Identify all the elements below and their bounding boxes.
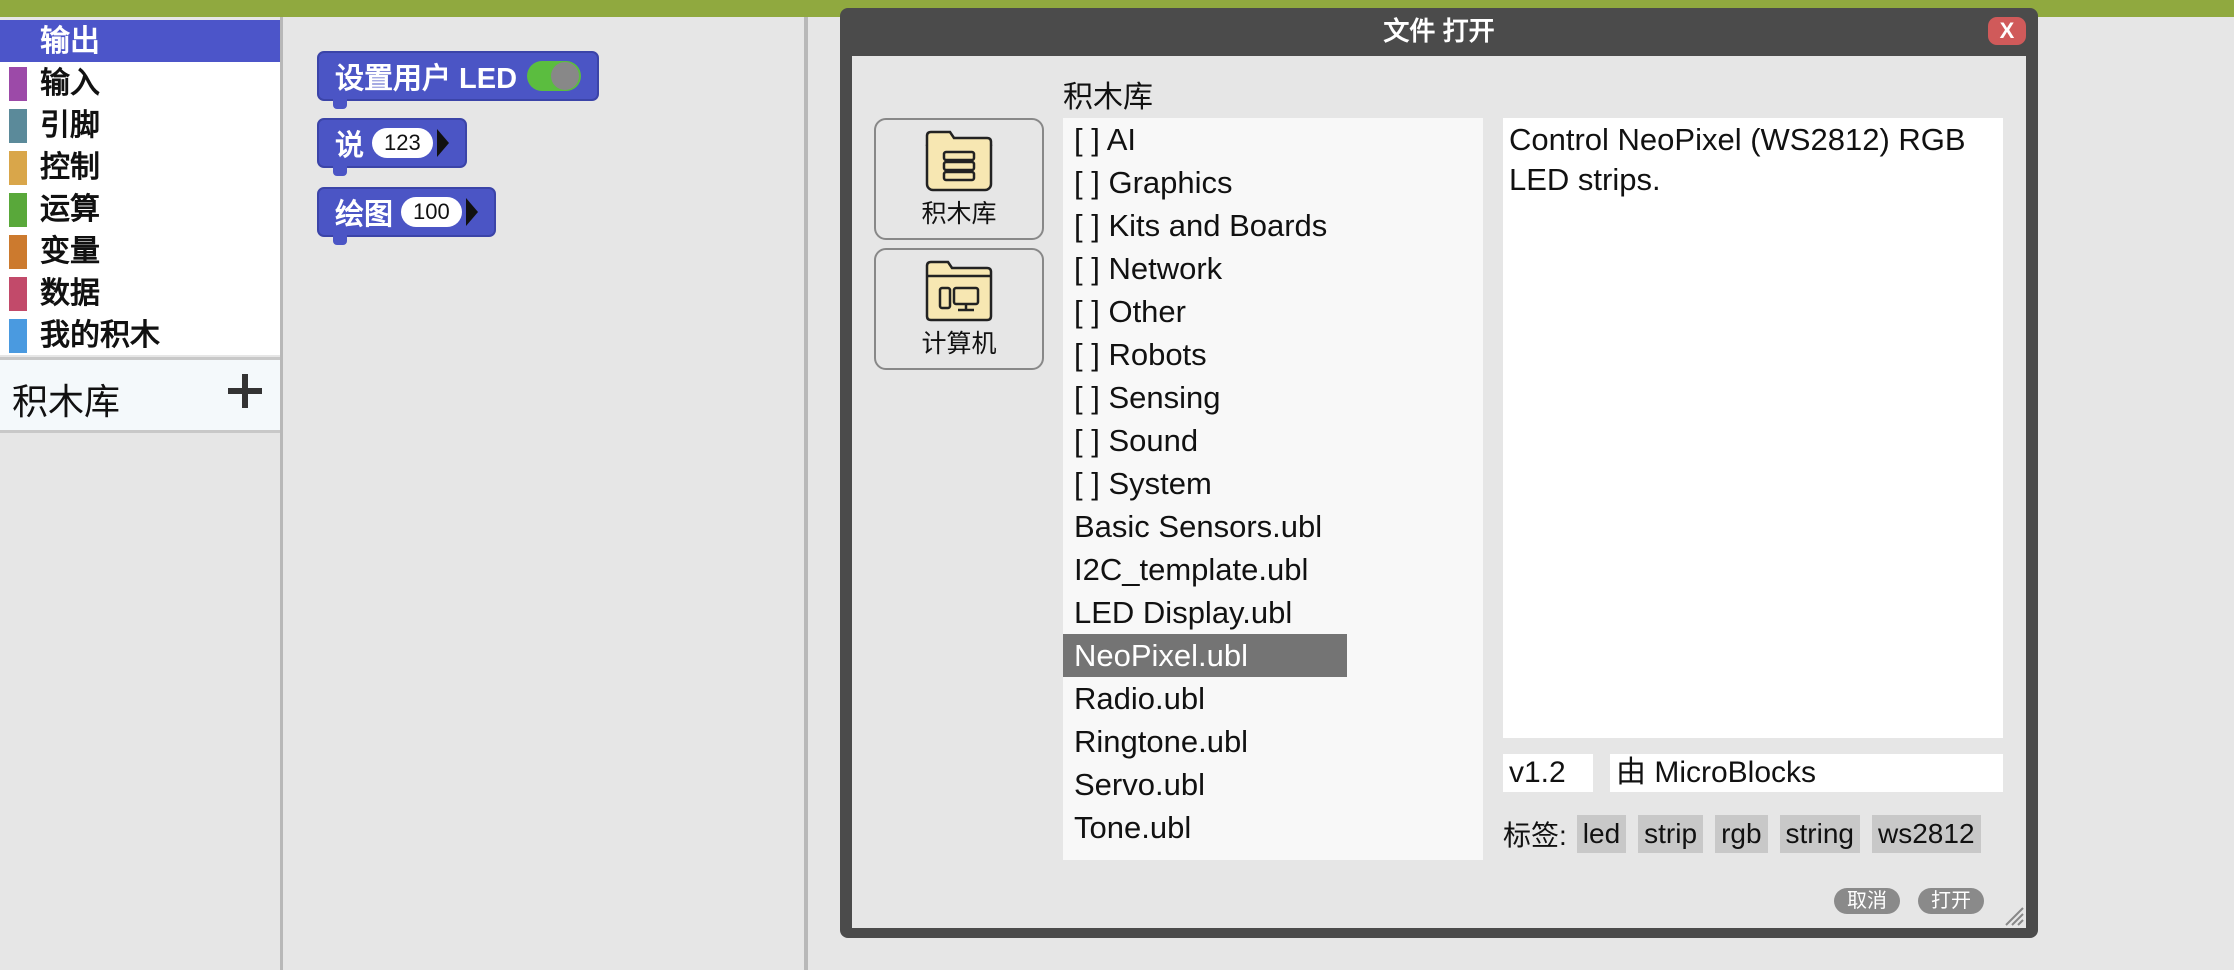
say-block[interactable]: 说 123 <box>317 118 467 176</box>
category-label: 运算 <box>40 193 100 226</box>
source-library-button[interactable]: 积木库 <box>874 118 1044 240</box>
tag: strip <box>1638 815 1704 853</box>
block-notch <box>333 235 347 245</box>
list-item[interactable]: [ ] AI <box>1063 118 1483 161</box>
tag: rgb <box>1715 815 1768 853</box>
block-label: 说 <box>335 130 365 162</box>
dialog-body: 积木库 计算机 积木库 [ ] AI [ ] Graphics [ ] Kits… <box>852 56 2026 928</box>
category-label: 输出 <box>40 25 100 58</box>
category-color-swatch <box>9 235 27 269</box>
category-color-swatch <box>9 193 27 227</box>
library-section-label: 积木库 <box>12 381 121 422</box>
category-variables[interactable]: 变量 <box>0 230 280 272</box>
list-item[interactable]: [ ] Other <box>1063 290 1483 333</box>
library-tags: 标签: led strip rgb string ws2812 <box>1503 814 1993 854</box>
list-title: 积木库 <box>1063 81 1153 114</box>
tag: ws2812 <box>1872 815 1981 853</box>
category-label: 变量 <box>40 235 100 268</box>
block-label: 设置用户 LED <box>335 63 518 95</box>
tag: led <box>1576 815 1627 853</box>
close-button[interactable]: X <box>1988 17 2026 45</box>
list-item[interactable]: [ ] Kits and Boards <box>1063 204 1483 247</box>
category-color-swatch <box>9 109 27 143</box>
category-label: 引脚 <box>40 109 100 142</box>
list-item[interactable]: Radio.ubl <box>1063 677 1483 720</box>
file-open-dialog: 文件 打开 X 积木库 计算机 积木库 [] AI [] Graphics … <box>840 8 2038 938</box>
category-color-swatch <box>9 67 27 101</box>
library-section: 积木库 <box>0 357 280 433</box>
source-computer-label: 计算机 <box>921 330 997 358</box>
tags-label: 标签: <box>1503 820 1567 851</box>
block-label: 绘图 <box>335 199 394 231</box>
list-item[interactable]: [ ] Graphics <box>1063 161 1483 204</box>
list-item[interactable]: Ringtone.ubl <box>1063 720 1483 763</box>
say-value-input[interactable]: 123 <box>372 128 433 158</box>
list-item[interactable]: I2C_template.ubl <box>1063 548 1483 591</box>
category-palette: 输出 输入 引脚 控制 运算 变量 数据 我的积木 积木库 <box>0 17 283 970</box>
category-color-swatch <box>9 319 27 353</box>
category-output[interactable]: 输出 <box>0 20 280 62</box>
blocks-palette: 设置用户 LED 说 123 绘图 100 <box>283 17 808 970</box>
category-color-swatch <box>9 151 27 185</box>
category-my-blocks[interactable]: 我的积木 <box>0 314 280 356</box>
category-pins[interactable]: 引脚 <box>0 104 280 146</box>
dialog-title: 文件 打开 <box>1383 16 1495 46</box>
expand-arrow-icon[interactable] <box>436 129 449 157</box>
add-library-icon[interactable] <box>228 374 262 408</box>
cancel-button[interactable]: 取消 <box>1834 888 1900 914</box>
graph-block[interactable]: 绘图 100 <box>317 187 496 245</box>
list-item[interactable]: [ ] Sound <box>1063 419 1483 462</box>
category-list: 输出 输入 引脚 控制 运算 变量 数据 我的积木 <box>0 20 280 355</box>
list-item[interactable]: Tone.ubl <box>1063 806 1483 849</box>
library-book-icon <box>925 130 993 192</box>
computer-folder-icon <box>925 260 993 322</box>
category-data[interactable]: 数据 <box>0 272 280 314</box>
category-operators[interactable]: 运算 <box>0 188 280 230</box>
category-label: 我的积木 <box>40 319 160 352</box>
library-file-list: [ ] AI [ ] Graphics [ ] Kits and Boards … <box>1063 118 1483 860</box>
set-user-led-block[interactable]: 设置用户 LED <box>317 51 600 109</box>
library-version: v1.2 <box>1503 754 1593 792</box>
list-item[interactable]: Servo.ubl <box>1063 763 1483 806</box>
list-item-selected[interactable]: NeoPixel.ubl <box>1063 634 1347 677</box>
list-item[interactable]: LED Display.ubl <box>1063 591 1483 634</box>
category-color-swatch <box>9 277 27 311</box>
block-notch <box>333 166 347 176</box>
open-button[interactable]: 打开 <box>1918 888 1984 914</box>
category-label: 控制 <box>40 151 100 184</box>
toggle-knob <box>551 62 580 90</box>
list-item[interactable]: [ ] Robots <box>1063 333 1483 376</box>
list-item[interactable]: [ ] Sensing <box>1063 376 1483 419</box>
block-notch <box>333 99 347 109</box>
category-label: 输入 <box>40 67 100 100</box>
source-computer-button[interactable]: 计算机 <box>874 248 1044 370</box>
tag: string <box>1779 815 1860 853</box>
library-author: 由 MicroBlocks <box>1610 754 2003 792</box>
list-item[interactable]: [ ] System <box>1063 462 1483 505</box>
category-control[interactable]: 控制 <box>0 146 280 188</box>
list-item[interactable]: Basic Sensors.ubl <box>1063 505 1483 548</box>
list-item[interactable]: [ ] Network <box>1063 247 1483 290</box>
graph-value-input[interactable]: 100 <box>401 197 462 227</box>
category-label: 数据 <box>40 277 100 310</box>
expand-arrow-icon[interactable] <box>465 198 478 226</box>
resize-handle-icon[interactable] <box>2002 904 2024 926</box>
library-description: Control NeoPixel (WS2812) RGB LED strips… <box>1503 118 2003 738</box>
led-toggle[interactable] <box>527 61 582 91</box>
source-library-label: 积木库 <box>921 200 997 228</box>
category-input[interactable]: 输入 <box>0 62 280 104</box>
